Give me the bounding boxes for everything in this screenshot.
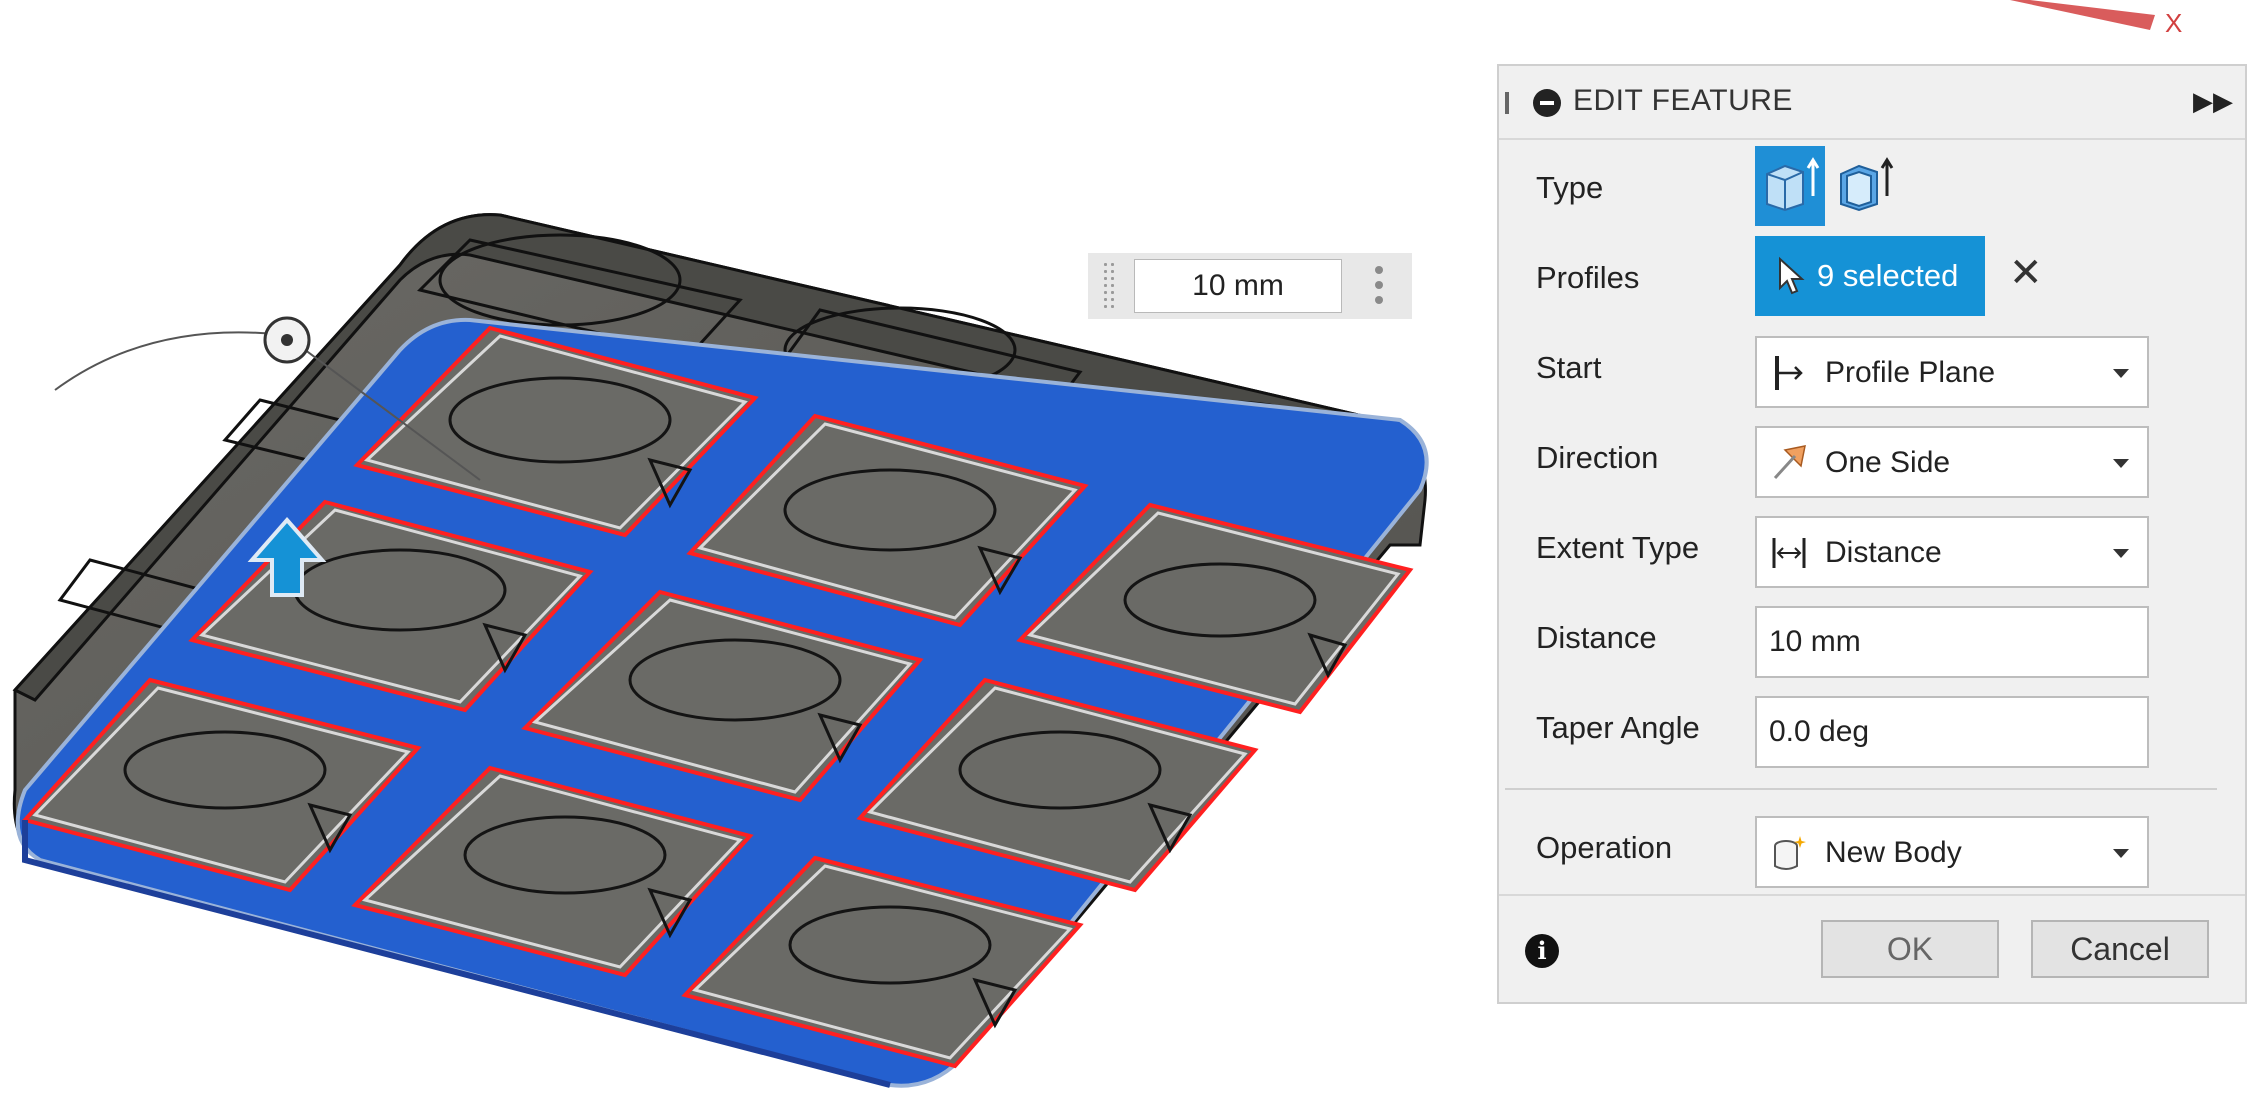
svg-text:X: X (2165, 8, 2182, 38)
one-side-icon (1773, 445, 1806, 480)
distance-row: Distance (1499, 596, 2245, 680)
chevron-down-icon (2113, 849, 2129, 858)
extent-type-dropdown[interactable]: Distance (1755, 516, 2149, 588)
type-label: Type (1536, 170, 1604, 205)
chevron-down-icon (2113, 459, 2129, 468)
dialog-footer: i OK Cancel (1499, 894, 2245, 1006)
profiles-count: 9 selected (1817, 258, 1959, 293)
operation-value: New Body (1825, 836, 1962, 869)
ok-button[interactable]: OK (1821, 920, 1999, 978)
chevron-down-icon (2113, 369, 2129, 378)
direction-dropdown[interactable]: One Side (1755, 426, 2149, 498)
direction-label: Direction (1536, 440, 1659, 475)
type-thin-extrude-button[interactable] (1827, 146, 1897, 226)
distance-manipulator (1088, 253, 1412, 319)
extent-type-value: Distance (1825, 536, 1942, 569)
manipulator-distance-input[interactable] (1134, 259, 1342, 313)
direction-row: Direction One Side (1499, 416, 2245, 500)
extent-type-row: Extent Type Distance (1499, 506, 2245, 590)
profiles-select-button[interactable]: 9 selected (1755, 236, 1985, 316)
taper-angle-row: Taper Angle (1499, 686, 2245, 770)
distance-input[interactable] (1755, 606, 2149, 678)
chevron-down-icon (2113, 549, 2129, 558)
thin-extrude-icon (1840, 157, 1894, 212)
more-options-icon[interactable] (1364, 263, 1394, 309)
start-row: Start Profile Plane (1499, 326, 2245, 410)
drag-grip[interactable] (1102, 261, 1116, 311)
extrude-type-icon (1766, 157, 1820, 212)
profile-plane-icon (1775, 356, 1803, 390)
type-extrude-button[interactable] (1755, 146, 1825, 226)
taper-angle-label: Taper Angle (1536, 710, 1700, 745)
info-icon[interactable]: i (1525, 934, 1559, 968)
cancel-button[interactable]: Cancel (2031, 920, 2209, 978)
edit-feature-dialog: EDIT FEATURE ▶▶ Type Profiles 9 selected… (1497, 64, 2247, 1004)
distance-icon (1772, 538, 1806, 568)
start-dropdown[interactable]: Profile Plane (1755, 336, 2149, 408)
axis-triad: X (2010, 0, 2182, 38)
clear-selection-icon[interactable]: ✕ (2009, 250, 2043, 296)
new-body-icon (1774, 836, 1806, 870)
profiles-label: Profiles (1536, 260, 1640, 295)
direction-value: One Side (1825, 446, 1951, 479)
operation-row: Operation New Body (1499, 806, 2245, 890)
start-label: Start (1536, 350, 1602, 385)
extent-type-label: Extent Type (1536, 530, 1700, 565)
operation-dropdown[interactable]: New Body (1755, 816, 2149, 888)
taper-angle-input[interactable] (1755, 696, 2149, 768)
cursor-icon (1779, 256, 1805, 295)
distance-label: Distance (1536, 620, 1657, 655)
operation-label: Operation (1536, 830, 1673, 865)
start-value: Profile Plane (1825, 356, 1996, 389)
section-divider (1505, 788, 2217, 790)
